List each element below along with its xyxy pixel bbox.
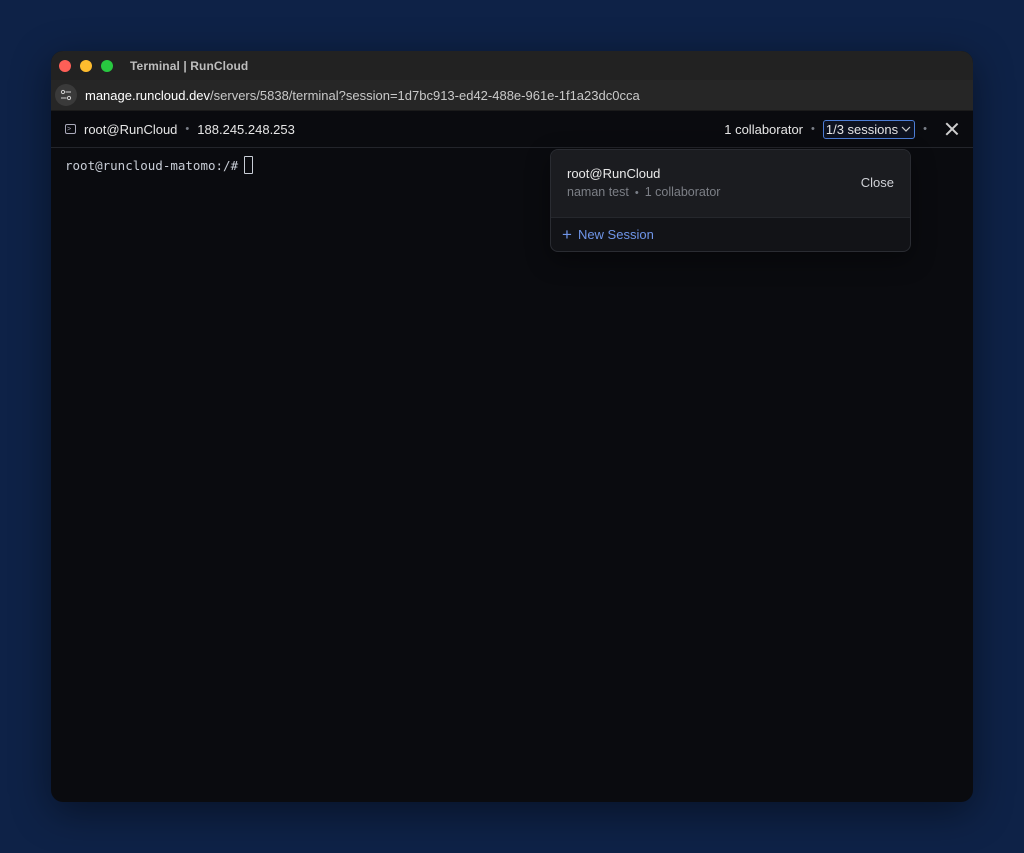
separator: • <box>634 187 639 199</box>
maximize-window-icon[interactable] <box>101 59 113 72</box>
minimize-window-icon[interactable] <box>80 59 92 72</box>
session-item[interactable]: root@RunCloud naman test • 1 collaborator … <box>551 150 910 218</box>
server-ip: 188.245.248.253 <box>197 121 295 137</box>
sessions-label: 1/3 sessions <box>825 121 899 137</box>
session-name: root@RunCloud <box>567 166 661 181</box>
title-bar: Terminal | RunCloud <box>51 51 973 80</box>
window-title: Terminal | RunCloud <box>130 58 249 73</box>
server-user: root@RunCloud <box>84 121 178 137</box>
sessions-dropdown: root@RunCloud naman test • 1 collaborator … <box>550 149 911 252</box>
session-meta: naman test • 1 collaborator <box>567 185 720 199</box>
session-collaborators: 1 collaborator <box>644 185 721 199</box>
terminal-prompt: root@runcloud-matomo:/# <box>65 157 239 173</box>
close-terminal-icon[interactable] <box>945 122 959 136</box>
terminal-icon: > <box>65 124 76 134</box>
terminal-cursor <box>244 156 254 174</box>
terminal-toolbar: > root@RunCloud • 188.245.248.253 1 coll… <box>51 111 973 148</box>
separator: • <box>923 123 927 135</box>
url-path: /servers/5838/terminal?session=1d7bc913-… <box>210 87 640 103</box>
site-settings-icon[interactable] <box>55 84 77 106</box>
separator: • <box>185 123 190 135</box>
close-session-button[interactable]: Close <box>861 175 894 190</box>
separator: • <box>811 123 815 135</box>
sessions-dropdown-button[interactable]: 1/3 sessions <box>822 119 916 139</box>
collaborator-count: 1 collaborator <box>724 121 804 137</box>
close-window-icon[interactable] <box>59 59 71 72</box>
url-text[interactable]: manage.runcloud.dev/servers/5838/termina… <box>85 88 640 103</box>
new-session-label: New Session <box>577 227 654 242</box>
address-bar: manage.runcloud.dev/servers/5838/termina… <box>51 80 973 111</box>
session-owner: naman test <box>567 185 629 199</box>
url-domain: manage.runcloud.dev <box>85 87 211 103</box>
plus-icon: + <box>562 225 572 244</box>
app-window: Terminal | RunCloud manage.runcloud.dev/… <box>51 51 973 802</box>
chevron-down-icon <box>901 126 911 132</box>
new-session-button[interactable]: + New Session <box>551 218 910 251</box>
